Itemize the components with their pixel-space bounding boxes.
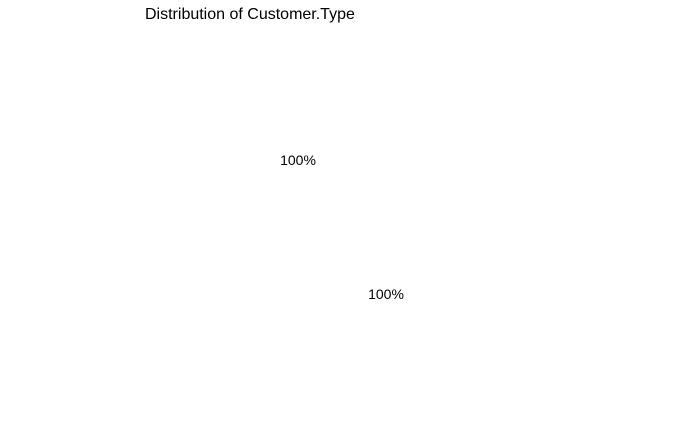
- pie-chart: 100% 100%: [178, 40, 506, 414]
- pie-slices: [178, 40, 506, 414]
- pie-slice-label: 100%: [368, 286, 404, 302]
- chart-area: Distribution of Customer.Type 100% 100%: [0, 0, 688, 425]
- pie-slice-label: 100%: [280, 152, 316, 168]
